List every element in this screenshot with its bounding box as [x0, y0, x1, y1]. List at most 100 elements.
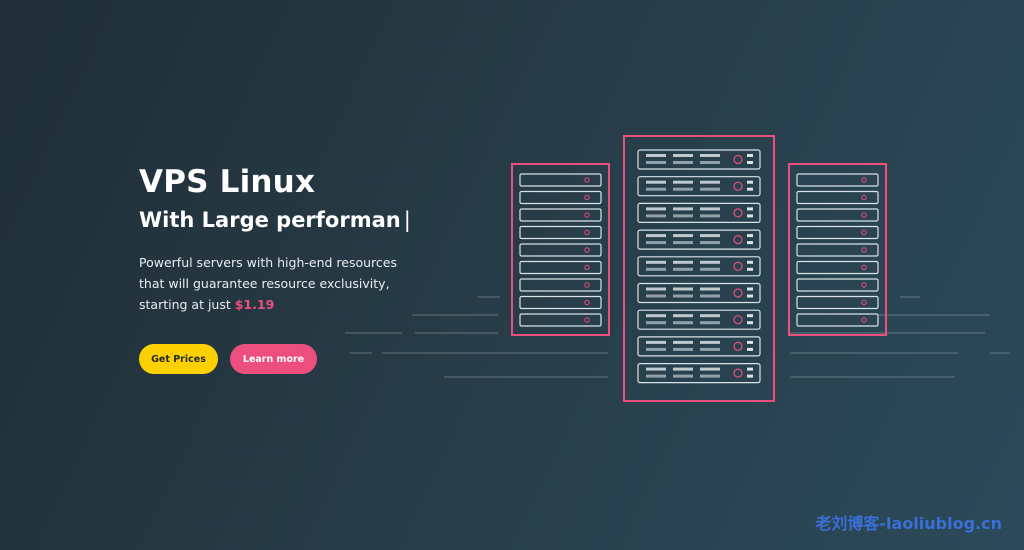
starting-price: $1.19 [234, 297, 275, 312]
drive-slot [673, 314, 693, 318]
drive-slot [673, 154, 693, 157]
drive-slot [673, 367, 693, 371]
hero-title: VPS Linux [139, 164, 316, 200]
description-line: that will guarantee resource exclusivity… [139, 276, 390, 291]
drive-slot [646, 187, 666, 191]
learn-more-button[interactable]: Learn more [230, 344, 317, 374]
drive-slot [700, 321, 720, 325]
status-led [861, 212, 867, 218]
status-led [861, 264, 867, 271]
status-led [584, 194, 590, 201]
drive-slot [700, 340, 720, 344]
hero-text-block: VPS Linux With Large performan | Powerful… [139, 162, 469, 315]
status-led [584, 282, 590, 288]
power-button [733, 235, 743, 245]
drive-slot [646, 321, 666, 325]
typing-cursor: | [403, 208, 411, 232]
drive-slot [700, 267, 720, 271]
drive-slot [646, 207, 666, 211]
drive-slot [646, 180, 666, 184]
hero-description: Powerful servers with high-end resources… [139, 252, 469, 315]
indicator [747, 267, 753, 271]
status-led [861, 229, 867, 236]
drive-slot [646, 367, 666, 371]
indicator [747, 161, 753, 164]
drive-slot [646, 161, 666, 164]
rack-frame [788, 163, 887, 336]
drive-slot [700, 367, 720, 371]
drive-slot [673, 374, 693, 378]
drive-slot [673, 287, 693, 291]
indicator [747, 340, 753, 344]
drive-slot [673, 340, 693, 344]
power-button [733, 261, 743, 271]
drive-slot [646, 294, 666, 298]
power-button [733, 208, 743, 218]
hero-subtitle-text: With Large performan [139, 208, 401, 232]
indicator [747, 234, 753, 238]
get-prices-button[interactable]: Get Prices [139, 344, 218, 374]
description-line: starting at just $1.19 [139, 294, 469, 315]
drive-slot [700, 207, 720, 211]
drive-slot [646, 154, 666, 157]
drive-slot [673, 241, 693, 245]
power-button [733, 341, 743, 351]
indicator [747, 260, 753, 264]
drive-slot [646, 340, 666, 344]
drive-slot [700, 347, 720, 351]
drive-slot [700, 314, 720, 318]
status-led [861, 317, 867, 323]
indicator [747, 214, 753, 218]
indicator [747, 314, 753, 318]
drive-slot [700, 154, 720, 157]
drive-slot [646, 260, 666, 264]
drive-slot [646, 287, 666, 291]
drive-slot [673, 260, 693, 264]
drive-slot [646, 214, 666, 218]
status-led [861, 282, 867, 288]
drive-slot [700, 234, 720, 238]
drive-slot [700, 180, 720, 184]
status-led [584, 317, 590, 323]
drive-slot [673, 214, 693, 218]
power-button [733, 154, 743, 165]
drive-slot [646, 347, 666, 351]
drive-slot [673, 267, 693, 271]
status-led [584, 299, 590, 306]
center-server-rack [623, 135, 775, 402]
indicator [747, 187, 753, 191]
drive-slot [700, 260, 720, 264]
indicator [747, 207, 753, 211]
indicator [747, 367, 753, 371]
drive-slot [700, 214, 720, 218]
drive-slot [700, 294, 720, 298]
drive-slot [646, 241, 666, 245]
indicator [747, 241, 753, 245]
status-led [861, 194, 867, 201]
drive-slot [646, 374, 666, 378]
drive-slot [700, 287, 720, 291]
drive-slot [646, 234, 666, 238]
indicator [747, 287, 753, 291]
indicator [747, 180, 753, 184]
status-led [584, 229, 590, 236]
drive-slot [673, 207, 693, 211]
status-led [861, 299, 867, 306]
drive-slot [700, 187, 720, 191]
drive-slot [673, 180, 693, 184]
status-led [861, 177, 867, 183]
power-button [733, 315, 743, 325]
drive-slot [673, 187, 693, 191]
right-server-rack [788, 163, 887, 336]
status-led [584, 212, 590, 218]
description-line-text: starting at just [139, 297, 235, 312]
drive-slot [700, 374, 720, 378]
indicator [747, 154, 753, 157]
power-button [733, 368, 743, 378]
status-led [584, 264, 590, 271]
drive-slot [646, 267, 666, 271]
drive-slot [673, 321, 693, 325]
indicator [747, 321, 753, 325]
drive-slot [673, 294, 693, 298]
power-button [733, 288, 743, 298]
